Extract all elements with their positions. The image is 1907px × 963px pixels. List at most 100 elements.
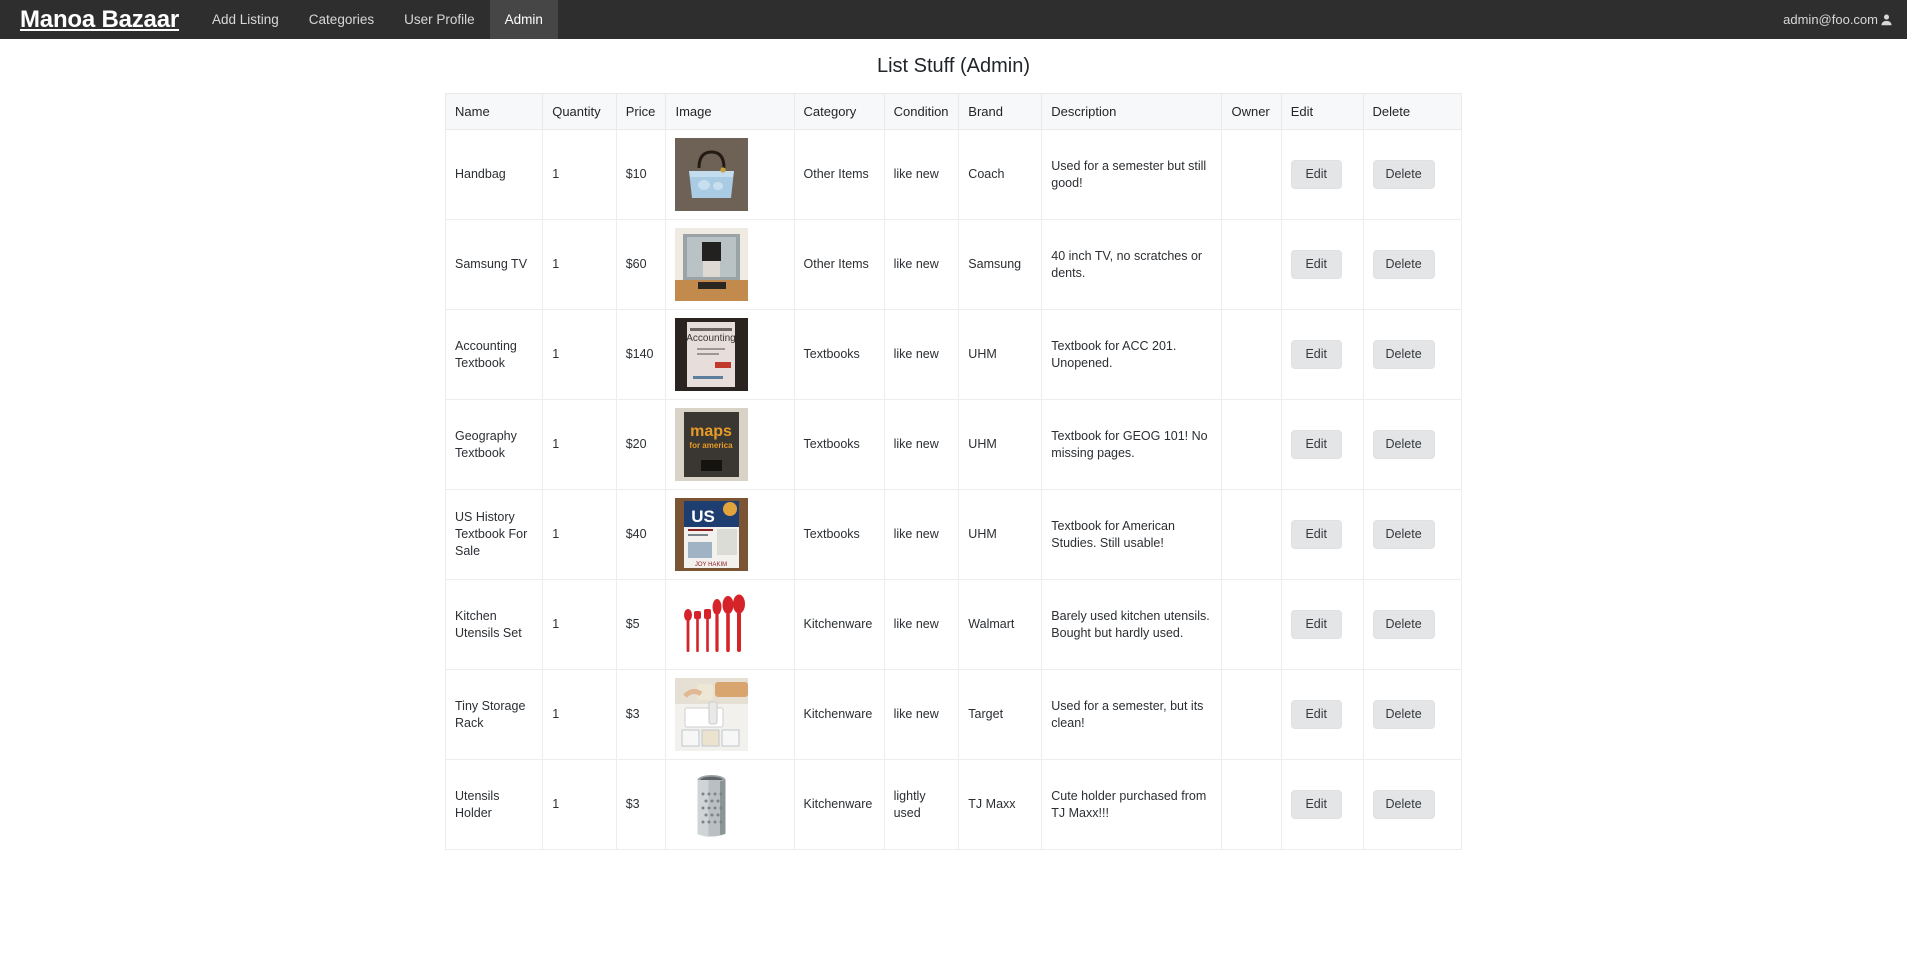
page-title: List Stuff (Admin) [876,55,1031,77]
cell-name: Kitchen Utensils Set [444,579,544,670]
delete-button[interactable]: Delete [1372,340,1435,369]
cell-image: Accounting [665,309,795,400]
nav-link-user-profile[interactable]: User Profile [389,0,490,39]
delete-button[interactable]: Delete [1372,250,1435,279]
cell-image [665,579,795,670]
cell-quantity: 1 [542,219,617,310]
table-row: Tiny Storage Rack 1 $3 Kitchenware like new… [444,669,1463,760]
account-email-label: admin@foo.com [1783,12,1878,27]
cell-category: Other Items [793,219,885,310]
cell-price: $60 [615,219,667,310]
svg-text:for america: for america [690,441,734,450]
svg-text:maps: maps [691,423,733,440]
cell-description: Cute holder purchased from TJ Maxx!!! [1041,759,1223,850]
table-row: Utensils Holder 1 $3 Kitchenware lightly us… [444,759,1463,850]
cell-condition: like new [883,579,960,670]
cell-image [665,219,795,310]
delete-button[interactable]: Delete [1372,430,1435,459]
edit-button[interactable]: Edit [1290,250,1342,279]
cell-edit: Edit [1280,579,1364,670]
cell-price: $10 [615,129,667,220]
cell-category: Textbooks [793,309,885,400]
delete-button[interactable]: Delete [1372,610,1435,639]
cell-name: Geography Textbook [444,399,544,490]
cell-image: maps for america [665,399,795,490]
cell-name: Samsung TV [444,219,544,310]
cell-owner [1221,219,1282,310]
cell-category: Textbooks [793,489,885,580]
cell-brand: Walmart [958,579,1043,670]
edit-button[interactable]: Edit [1290,160,1342,189]
cell-owner [1221,489,1282,580]
cell-name: Handbag [444,129,544,220]
edit-button[interactable]: Edit [1290,610,1342,639]
person-icon [1880,13,1893,26]
brand-logo[interactable]: Manoa Bazaar [0,0,197,39]
nav-link-admin[interactable]: Admin [489,0,558,39]
svg-text:US: US [692,507,716,526]
edit-button[interactable]: Edit [1290,700,1342,729]
delete-button[interactable]: Delete [1372,520,1435,549]
nav-link-categories[interactable]: Categories [294,0,389,39]
navbar-spacer [558,0,1773,39]
table-row: Samsung TV 1 $60 Other Items like new Samsun… [444,219,1463,310]
delete-button[interactable]: Delete [1372,160,1435,189]
cell-price: $5 [615,579,667,670]
cell-owner [1221,669,1282,760]
cell-owner [1221,579,1282,670]
cell-condition: lightly used [883,759,960,850]
listing-table-container: Name Quantity Price Image Category Condi… [444,93,1463,850]
maps-book-thumbnail: maps for america [675,408,749,481]
svg-text:Accounting: Accounting [687,333,736,344]
cell-description: Barely used kitchen utensils. Bought but… [1041,579,1223,670]
table-row: Accounting Textbook 1 $140 Accounting Text… [444,309,1463,400]
cell-name: Utensils Holder [444,759,544,850]
cell-brand: Target [958,669,1043,760]
column-header-condition: Condition [883,93,960,130]
column-header-name: Name [444,93,544,130]
cell-quantity: 1 [542,399,617,490]
cell-owner [1221,309,1282,400]
cell-description: Used for a semester, but its clean! [1041,669,1223,760]
column-header-description: Description [1041,93,1223,130]
edit-button[interactable]: Edit [1290,790,1342,819]
cell-brand: TJ Maxx [958,759,1043,850]
column-header-delete: Delete [1362,93,1463,130]
table-header: Name Quantity Price Image Category Condi… [444,93,1463,130]
cell-price: $140 [615,309,667,400]
cell-quantity: 1 [542,759,617,850]
cell-delete: Delete [1362,399,1463,490]
edit-button[interactable]: Edit [1290,340,1342,369]
nav-links: Add Listing Categories User Profile Admi… [197,0,558,39]
delete-button[interactable]: Delete [1372,790,1435,819]
cell-condition: like new [883,669,960,760]
cell-image [665,129,795,220]
column-header-image: Image [665,93,795,130]
cell-category: Textbooks [793,399,885,490]
edit-button[interactable]: Edit [1290,430,1342,459]
column-header-owner: Owner [1221,93,1282,130]
listing-table: Name Quantity Price Image Category Condi… [444,93,1463,850]
cell-price: $3 [615,759,667,850]
utensils-holder-thumbnail [675,768,749,841]
cell-edit: Edit [1280,219,1364,310]
cell-category: Kitchenware [793,759,885,850]
column-header-price: Price [615,93,667,130]
column-header-category: Category [793,93,885,130]
cell-condition: like new [883,219,960,310]
cell-delete: Delete [1362,669,1463,760]
account-menu[interactable]: admin@foo.com [1773,0,1907,39]
cell-owner [1221,399,1282,490]
cell-edit: Edit [1280,129,1364,220]
column-header-edit: Edit [1280,93,1364,130]
cell-delete: Delete [1362,219,1463,310]
delete-button[interactable]: Delete [1372,700,1435,729]
cell-delete: Delete [1362,579,1463,670]
nav-link-add-listing[interactable]: Add Listing [197,0,294,39]
edit-button[interactable]: Edit [1290,520,1342,549]
cell-brand: Samsung [958,219,1043,310]
cell-delete: Delete [1362,759,1463,850]
cell-image: US JOY HAKIM [665,489,795,580]
cell-condition: like new [883,399,960,490]
television-thumbnail [675,228,749,301]
